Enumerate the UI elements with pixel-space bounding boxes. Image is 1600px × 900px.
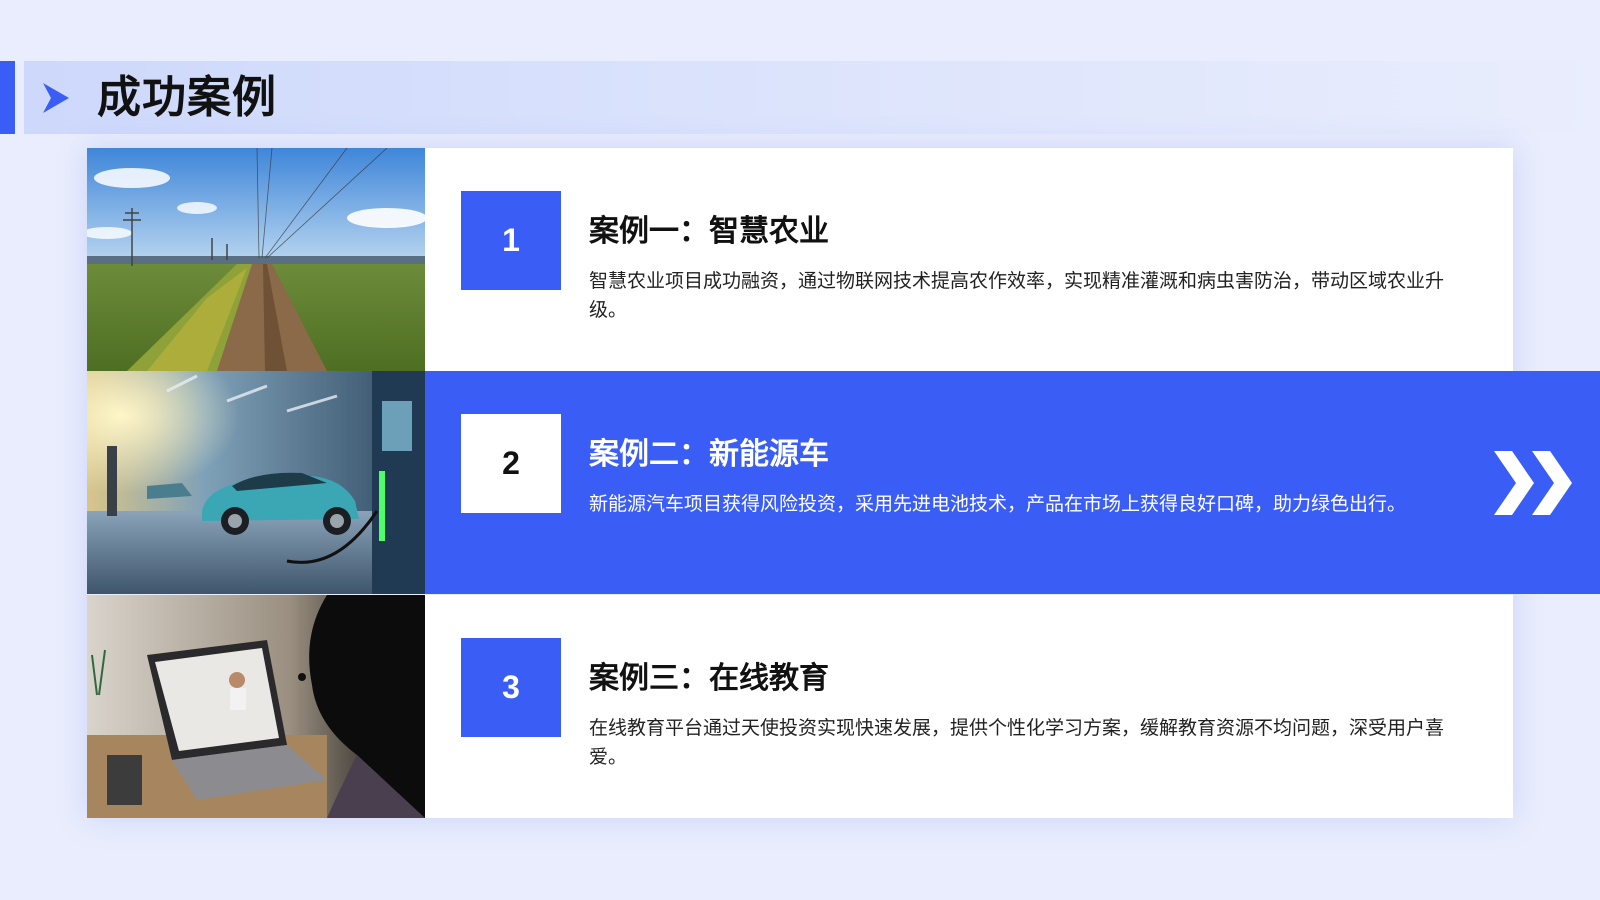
case-title: 案例三：在线教育 [589,661,829,696]
chevron-right-icon [43,83,69,113]
photo-farm-field [87,148,425,371]
photo-ev-charging [87,371,425,594]
case-description: 新能源汽车项目获得风险投资，采用先进电池技术，产品在市场上获得良好口碑，助力绿色… [589,493,1407,515]
double-chevron-right-icon [1494,451,1572,515]
photo-online-class [87,595,425,818]
case-row-1: 1 案例一：智慧农业 智慧农业项目成功融资，通过物联网技术提高农作效率，实现精准… [87,148,1513,371]
case-description: 智慧农业项目成功融资，通过物联网技术提高农作效率，实现精准灌溉和病虫害防治，带动… [589,270,1445,321]
case-row-3: 3 案例三：在线教育 在线教育平台通过天使投资实现快速发展，提供个性化学习方案，… [87,595,1513,818]
case-card-2: 2 案例二：新能源车 新能源汽车项目获得风险投资，采用先进电池技术，产品在市场上… [425,371,1600,594]
left-accent-bar [0,61,15,134]
slide: 成功案例 1 案例一：智慧农业 智慧农业项目成功融资，通过物联网技术提高农作效率… [0,0,1600,900]
page-title: 成功案例 [97,72,277,123]
case-number-badge: 1 [461,191,561,290]
case-card-3: 3 案例三：在线教育 在线教育平台通过天使投资实现快速发展，提供个性化学习方案，… [425,595,1513,818]
case-title: 案例二：新能源车 [589,437,829,472]
case-description: 在线教育平台通过天使投资实现快速发展，提供个性化学习方案，缓解教育资源不均问题，… [589,717,1445,768]
case-row-2: 2 案例二：新能源车 新能源汽车项目获得风险投资，采用先进电池技术，产品在市场上… [87,371,1600,594]
case-card-1: 1 案例一：智慧农业 智慧农业项目成功融资，通过物联网技术提高农作效率，实现精准… [425,148,1513,371]
case-number-badge: 2 [461,414,561,513]
case-title: 案例一：智慧农业 [589,214,829,249]
case-number-badge: 3 [461,638,561,737]
